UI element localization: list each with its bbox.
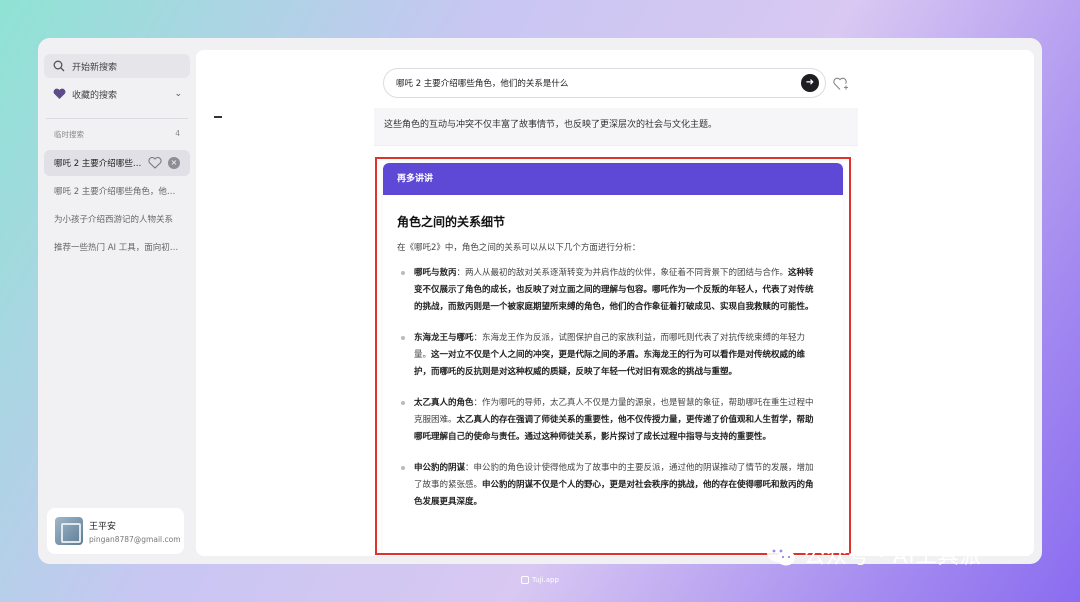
add-favorite-icon[interactable]	[833, 76, 849, 90]
sidebar: 开始新搜索 收藏的搜索 ⌄ 临时搜索 4 哪吒 2 主要介绍哪些角色，他们的关系…	[38, 38, 196, 564]
user-profile[interactable]: 王平安 pingan8787@gmail.com	[47, 508, 184, 554]
history-item-label: 推荐一些热门 AI 工具，面向初学者	[54, 243, 180, 253]
history-item-label: 哪吒 2 主要介绍哪些角色，他们的关系是什么	[54, 159, 144, 169]
history-item[interactable]: 推荐一些热门 AI 工具，面向初学者	[44, 234, 190, 260]
list-item: 太乙真人的角色：作为哪吒的导师，太乙真人不仅是力量的源泉，也是智慧的象征，帮助哪…	[397, 395, 821, 446]
bullet-icon	[401, 336, 405, 340]
bullet-icon	[401, 271, 405, 275]
history-item-label: 哪吒 2 主要介绍哪些角色，他们的关系是什么	[54, 187, 180, 197]
submit-arrow-icon[interactable]: ➜	[801, 74, 819, 92]
item-text: ：两人从最初的敌对关系逐渐转变为并肩作战的伙伴，象征着不同背景下的团结与合作。	[456, 268, 789, 278]
card-header: 再多讲讲	[383, 163, 843, 195]
wechat-icon	[767, 544, 795, 566]
item-name: 东海龙王与哪吒	[414, 333, 474, 343]
history-item[interactable]: 哪吒 2 主要介绍哪些角色，他们的关系是什么 ×	[44, 150, 190, 176]
item-name: 太乙真人的角色	[414, 398, 474, 408]
history-item-label: 为小孩子介绍西游记的人物关系	[54, 215, 174, 225]
bullet-icon	[401, 401, 405, 405]
user-name: 王平安	[89, 521, 117, 532]
close-icon[interactable]: ×	[168, 157, 180, 169]
user-email: pingan8787@gmail.com	[89, 534, 181, 544]
highlight-box: 再多讲讲 角色之间的关系细节 在《哪吒2》中，角色之间的关系可以从以下几个方面进…	[375, 157, 851, 555]
favorites-toggle[interactable]: 收藏的搜索 ⌄	[44, 82, 190, 106]
app-logo-icon	[521, 576, 529, 584]
card-title: 角色之间的关系细节	[397, 215, 506, 229]
heart-icon	[52, 87, 66, 101]
bullet-icon	[401, 466, 405, 470]
search-bar[interactable]: 哪吒 2 主要介绍哪些角色，他们的关系是什么 ➜	[383, 68, 826, 98]
list-item: 哪吒与敖丙：两人从最初的敌对关系逐渐转变为并肩作战的伙伴，象征着不同背景下的团结…	[397, 265, 821, 316]
card-body: 角色之间的关系细节 在《哪吒2》中，角色之间的关系可以从以下几个方面进行分析： …	[383, 195, 843, 511]
avatar	[55, 517, 83, 545]
item-bold-text: 太乙真人的存在强调了师徒关系的重要性，他不仅传授力量，更传递了价值观和人生哲学，…	[414, 415, 814, 442]
search-icon	[52, 59, 66, 73]
history-item[interactable]: 为小孩子介绍西游记的人物关系	[44, 206, 190, 232]
watermark-text: 公众号 · AI工具派	[804, 544, 982, 568]
app-credit: Tuji.app	[521, 576, 559, 584]
history-section-title: 临时搜索	[54, 130, 84, 139]
add-favorite-icon[interactable]	[148, 157, 162, 169]
search-input[interactable]: 哪吒 2 主要介绍哪些角色，他们的关系是什么	[396, 77, 801, 89]
history-item[interactable]: 哪吒 2 主要介绍哪些角色，他们的关系是什么	[44, 178, 190, 204]
new-search-button[interactable]: 开始新搜索	[44, 54, 190, 78]
history-section-header: 临时搜索 4	[44, 129, 190, 140]
app-credit-label: Tuji.app	[532, 576, 559, 584]
item-name: 申公豹的阴谋	[414, 463, 466, 473]
previous-answer-text: 这些角色的互动与冲突不仅丰富了故事情节，也反映了更深层次的社会与文化主题。	[374, 108, 858, 146]
item-bold-text: 这一对立不仅是个人之间的冲突，更是代际之间的矛盾。东海龙王的行为可以看作是对传统…	[414, 350, 806, 377]
answer-card: 再多讲讲 角色之间的关系细节 在《哪吒2》中，角色之间的关系可以从以下几个方面进…	[383, 163, 843, 553]
card-intro: 在《哪吒2》中，角色之间的关系可以从以下几个方面进行分析：	[397, 243, 641, 253]
history-count: 4	[175, 129, 180, 138]
list-item: 申公豹的阴谋：申公豹的角色设计使得他成为了故事中的主要反派，通过他的阴谋推动了情…	[397, 460, 821, 511]
new-search-label: 开始新搜索	[72, 62, 118, 73]
collapse-icon[interactable]	[214, 116, 222, 118]
list-item: 东海龙王与哪吒：东海龙王作为反派，试图保护自己的家族利益，而哪吒则代表了对抗传统…	[397, 330, 821, 381]
favorites-label: 收藏的搜索	[72, 90, 118, 101]
watermark: 公众号 · AI工具派	[766, 540, 982, 570]
item-name: 哪吒与敖丙	[414, 268, 457, 278]
sidebar-divider	[46, 118, 188, 119]
chevron-down-icon: ⌄	[174, 89, 182, 99]
app-window: 开始新搜索 收藏的搜索 ⌄ 临时搜索 4 哪吒 2 主要介绍哪些角色，他们的关系…	[38, 38, 1042, 564]
main-panel: 哪吒 2 主要介绍哪些角色，他们的关系是什么 ➜ 这些角色的互动与冲突不仅丰富了…	[196, 50, 1034, 556]
